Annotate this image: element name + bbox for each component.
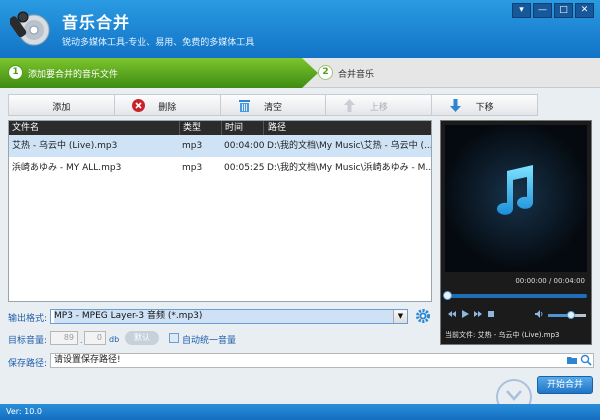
- save-path-input[interactable]: 请设置保存路径!: [50, 353, 594, 368]
- rewind-icon[interactable]: [447, 309, 457, 319]
- header-filename[interactable]: 文件名: [9, 121, 179, 135]
- volume-unit: db: [109, 335, 120, 344]
- volume-dec-input[interactable]: 0: [84, 331, 106, 345]
- player-controls: [445, 309, 587, 321]
- progress-bar[interactable]: [443, 291, 587, 300]
- step1-label[interactable]: 添加要合并的音乐文件: [28, 67, 118, 80]
- clear-label: 清空: [263, 103, 282, 113]
- header-path[interactable]: 路径: [263, 121, 431, 135]
- row-time: 00:04:00: [224, 141, 265, 151]
- play-icon[interactable]: [460, 309, 470, 319]
- volume-icon[interactable]: [534, 309, 544, 319]
- auto-unify-label: 自动统一音量: [182, 336, 237, 346]
- row-path: D:\我的文档\My Music\艾热 - 乌云中 (...: [267, 141, 431, 151]
- row-filename: 艾热 - 乌云中 (Live).mp3: [12, 141, 118, 151]
- move-up-button[interactable]: 上移: [326, 95, 433, 115]
- chevron-down-icon[interactable]: ▼: [393, 310, 407, 323]
- now-playing-text: 当前文件: 艾热 - 乌云中 (Live).mp3: [445, 331, 560, 339]
- gear-icon[interactable]: [415, 308, 431, 324]
- row-filename: 浜崎あゆみ - MY ALL.mp3: [12, 163, 122, 173]
- default-volume-button[interactable]: 默认: [125, 331, 159, 345]
- row-type: mp3: [182, 163, 203, 173]
- step2-number: 2: [318, 65, 333, 80]
- delete-label: 删除: [158, 103, 177, 113]
- output-format-value: MP3 - MPEG Layer-3 音频 (*.mp3): [54, 310, 394, 323]
- forward-icon[interactable]: [473, 309, 483, 319]
- app-subtitle: 锐动多媒体工具-专业、易用、免费的多媒体工具: [62, 38, 255, 48]
- music-note-icon: [497, 165, 533, 215]
- start-merge-button[interactable]: 开始合并: [537, 376, 593, 394]
- header-time[interactable]: 时间: [221, 121, 263, 135]
- table-row[interactable]: 艾热 - 乌云中 (Live).mp3 mp3 00:04:00 D:\我的文档…: [9, 135, 431, 157]
- move-down-button[interactable]: 下移: [432, 95, 537, 115]
- app-title: 音乐合并: [62, 13, 131, 32]
- minimize-button[interactable]: —: [533, 3, 552, 18]
- step2-label[interactable]: 合并音乐: [338, 67, 374, 80]
- target-volume-label: 目标音量:: [8, 336, 48, 346]
- app-logo-icon: [10, 11, 50, 46]
- clear-button[interactable]: 清空: [221, 95, 327, 115]
- step-bar: 1 添加要合并的音乐文件 2 合并音乐: [0, 58, 600, 88]
- row-path: D:\我的文档\My Music\浜崎あゆみ - M...: [267, 163, 431, 173]
- maximize-button[interactable]: □: [554, 3, 573, 18]
- volume-handle[interactable]: [566, 311, 575, 319]
- volume-separator: .: [80, 336, 83, 345]
- auto-unify-checkbox[interactable]: [169, 333, 179, 343]
- volume-int-input[interactable]: 89: [50, 331, 78, 345]
- window-controls: ▾ — □ ✕: [512, 3, 594, 18]
- preview-player: 00:00:00 / 00:04:00 当前文件: 艾热 - 乌云中 (Live…: [440, 120, 592, 345]
- delete-button[interactable]: 删除: [115, 95, 221, 115]
- title-bar: 音乐合并 锐动多媒体工具-专业、易用、免费的多媒体工具 ▾ — □ ✕: [0, 0, 600, 58]
- row-type: mp3: [182, 141, 203, 151]
- table-row[interactable]: 浜崎あゆみ - MY ALL.mp3 mp3 00:05:25 D:\我的文档\…: [9, 157, 431, 179]
- row-time: 00:05:25: [224, 163, 265, 173]
- folder-icon[interactable]: [566, 354, 578, 366]
- output-format-label: 输出格式:: [8, 314, 48, 324]
- player-screen: [445, 125, 587, 272]
- move-up-label: 上移: [369, 103, 388, 113]
- add-button[interactable]: 添加: [9, 95, 115, 115]
- close-button[interactable]: ✕: [575, 3, 594, 18]
- step1-number: 1: [8, 65, 23, 80]
- progress-handle[interactable]: [443, 291, 452, 300]
- stop-icon[interactable]: [486, 309, 496, 319]
- output-format-select[interactable]: MP3 - MPEG Layer-3 音频 (*.mp3) ▼: [50, 309, 408, 324]
- version-footer: Ver: 10.0: [0, 404, 600, 420]
- toolbar: 添加 删除 清空 上移 下移: [8, 94, 538, 116]
- menu-button[interactable]: ▾: [512, 3, 531, 18]
- move-down-label: 下移: [475, 103, 494, 113]
- header-type[interactable]: 类型: [179, 121, 221, 135]
- volume-slider[interactable]: [548, 311, 586, 319]
- search-icon[interactable]: [580, 354, 592, 366]
- save-path-label: 保存路径:: [8, 359, 48, 369]
- add-label: 添加: [52, 103, 71, 113]
- player-time: 00:00:00 / 00:04:00: [515, 277, 585, 285]
- file-list[interactable]: 文件名 类型 时间 路径 艾热 - 乌云中 (Live).mp3 mp3 00:…: [8, 120, 432, 302]
- file-list-header: 文件名 类型 时间 路径: [9, 121, 431, 135]
